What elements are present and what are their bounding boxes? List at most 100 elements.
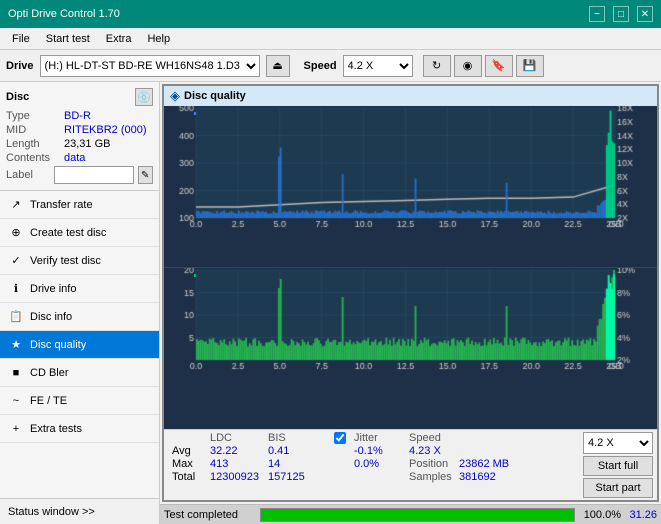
quality-speed-select[interactable]: 4.2 X: [583, 432, 653, 454]
disc-contents-label: Contents: [6, 152, 64, 164]
menu-file[interactable]: File: [4, 31, 38, 47]
avg-label: Avg: [170, 445, 208, 457]
app-title: Opti Drive Control 1.70: [8, 8, 120, 20]
progress-bar-area: Test completed 100.0% 31.26: [160, 504, 661, 524]
sidebar-item-verify-test-disc[interactable]: ✓ Verify test disc: [0, 247, 159, 275]
max-jitter: 0.0%: [352, 458, 407, 470]
content-area: ◈ Disc quality LDC Read speed: [160, 82, 661, 524]
sidebar-item-fe-te[interactable]: ~ FE / TE: [0, 387, 159, 415]
disc-quality-icon: ★: [8, 337, 24, 353]
position-val: 23862 MB: [457, 458, 517, 470]
menu-extra[interactable]: Extra: [98, 31, 140, 47]
sidebar: Disc 💿 Type BD-R MID RITEKBR2 (000) Leng…: [0, 82, 160, 524]
menu-start-test[interactable]: Start test: [38, 31, 98, 47]
disc-quality-panel-icon: ◈: [170, 88, 180, 104]
samples-label: Samples: [407, 471, 457, 483]
disc-label-input[interactable]: [54, 166, 134, 184]
stats-speed-header: Speed: [407, 432, 457, 444]
disc-panel: Disc 💿 Type BD-R MID RITEKBR2 (000) Leng…: [0, 82, 159, 191]
disc-quality-panel-title: Disc quality: [184, 90, 246, 102]
transfer-rate-icon: ↗: [8, 197, 24, 213]
disc-label-label: Label: [6, 169, 50, 181]
speed-action-button2[interactable]: 🔖: [485, 55, 513, 77]
verify-test-disc-icon: ✓: [8, 253, 24, 269]
jitter-checkbox-container: [332, 432, 352, 444]
upper-chart: [164, 106, 657, 236]
sidebar-item-extra-tests[interactable]: + Extra tests: [0, 415, 159, 443]
stats-ldc-header: LDC: [208, 432, 266, 444]
window-controls: − □ ✕: [589, 6, 653, 22]
disc-icon-button[interactable]: 💿: [135, 88, 153, 106]
sidebar-item-label-fe-te: FE / TE: [30, 395, 67, 407]
drive-select[interactable]: (H:) HL-DT-ST BD-RE WH16NS48 1.D3: [40, 55, 260, 77]
speed-refresh-button[interactable]: ↻: [423, 55, 451, 77]
sidebar-item-label-drive-info: Drive info: [30, 283, 76, 295]
start-full-button[interactable]: Start full: [583, 456, 653, 476]
stats-area: LDC BIS Jitter Speed Avg 32.22: [164, 429, 657, 500]
sidebar-item-cd-bler[interactable]: ■ CD Bler: [0, 359, 159, 387]
sidebar-item-label-create-test-disc: Create test disc: [30, 227, 106, 239]
progress-fill: [261, 509, 574, 521]
disc-length-label: Length: [6, 138, 64, 150]
sidebar-item-label-extra-tests: Extra tests: [30, 423, 82, 435]
speed-label: Speed: [304, 60, 337, 72]
disc-info-icon: 📋: [8, 309, 24, 325]
disc-mid-label: MID: [6, 124, 64, 136]
total-bis: 157125: [266, 471, 316, 483]
disc-type-value: BD-R: [64, 110, 91, 122]
samples-val: 381692: [457, 471, 517, 483]
sidebar-item-label-transfer-rate: Transfer rate: [30, 199, 93, 211]
start-part-button[interactable]: Start part: [583, 478, 653, 498]
sidebar-item-label-disc-quality: Disc quality: [30, 339, 86, 351]
create-test-disc-icon: ⊕: [8, 225, 24, 241]
status-window-label: Status window >>: [8, 506, 95, 518]
stats-bis-header: BIS: [266, 432, 316, 444]
total-label: Total: [170, 471, 208, 483]
speed-buttons: ↻ ◉ 🔖 💾: [423, 55, 544, 77]
progress-value: 31.26: [627, 509, 657, 521]
menubar: File Start test Extra Help: [0, 28, 661, 50]
max-bis: 14: [266, 458, 316, 470]
sidebar-item-label-verify-test-disc: Verify test disc: [30, 255, 101, 267]
avg-jitter: -0.1%: [352, 445, 407, 457]
avg-bis: 0.41: [266, 445, 316, 457]
sidebar-item-transfer-rate[interactable]: ↗ Transfer rate: [0, 191, 159, 219]
maximize-button[interactable]: □: [613, 6, 629, 22]
sidebar-item-disc-quality[interactable]: ★ Disc quality: [0, 331, 159, 359]
extra-tests-icon: +: [8, 421, 24, 437]
minimize-button[interactable]: −: [589, 6, 605, 22]
close-button[interactable]: ✕: [637, 6, 653, 22]
position-label: Position: [407, 458, 457, 470]
avg-ldc: 32.22: [208, 445, 266, 457]
disc-length-value: 23,31 GB: [64, 138, 110, 150]
drivebar: Drive (H:) HL-DT-ST BD-RE WH16NS48 1.D3 …: [0, 50, 661, 82]
drive-label: Drive: [6, 60, 34, 72]
sidebar-item-disc-info[interactable]: 📋 Disc info: [0, 303, 159, 331]
drive-eject-button[interactable]: ⏏: [266, 55, 290, 77]
disc-type-label: Type: [6, 110, 64, 122]
speed-action-button1[interactable]: ◉: [454, 55, 482, 77]
speed-select[interactable]: 4.2 X: [343, 55, 413, 77]
disc-label-edit-button[interactable]: ✎: [138, 166, 154, 184]
progress-percent: 100.0%: [581, 509, 621, 521]
speed-save-button[interactable]: 💾: [516, 55, 544, 77]
sidebar-item-create-test-disc[interactable]: ⊕ Create test disc: [0, 219, 159, 247]
menu-help[interactable]: Help: [139, 31, 178, 47]
jitter-checkbox[interactable]: [334, 432, 346, 444]
status-window-button[interactable]: Status window >>: [0, 498, 159, 524]
lower-chart: [164, 268, 657, 378]
stats-jitter-header: Jitter: [352, 432, 407, 444]
fe-te-icon: ~: [8, 393, 24, 409]
disc-mid-value: RITEKBR2 (000): [64, 124, 147, 136]
total-ldc: 12300923: [208, 471, 266, 483]
sidebar-item-label-cd-bler: CD Bler: [30, 367, 69, 379]
sidebar-item-drive-info[interactable]: ℹ Drive info: [0, 275, 159, 303]
max-label: Max: [170, 458, 208, 470]
titlebar: Opti Drive Control 1.70 − □ ✕: [0, 0, 661, 28]
disc-fields: Type BD-R MID RITEKBR2 (000) Length 23,3…: [6, 110, 153, 184]
disc-quality-titlebar: ◈ Disc quality: [164, 86, 657, 106]
stats-empty-header: [170, 432, 208, 444]
cd-bler-icon: ■: [8, 365, 24, 381]
sidebar-item-label-disc-info: Disc info: [30, 311, 72, 323]
disc-quality-panel: ◈ Disc quality LDC Read speed: [162, 84, 659, 502]
